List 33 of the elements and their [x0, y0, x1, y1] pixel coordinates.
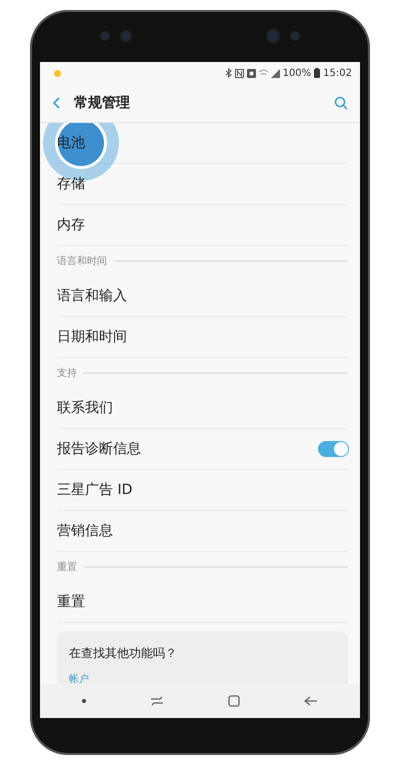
menu-item[interactable]: 三星广告 ID: [57, 481, 132, 499]
menu-item[interactable]: 联系我们: [57, 399, 113, 417]
menu-item[interactable]: 重置: [57, 593, 85, 611]
camera-icon: [268, 31, 278, 41]
section-header: 语言和时间: [57, 254, 107, 268]
home-icon[interactable]: [228, 695, 240, 707]
menu-item[interactable]: 日期和时间: [57, 328, 127, 346]
recent-apps-icon[interactable]: [150, 696, 164, 706]
page-title: 常规管理: [74, 94, 131, 112]
card-title: 在查找其他功能吗？: [69, 645, 178, 662]
sensor-icon: [122, 32, 130, 40]
signal-icon: [270, 68, 280, 78]
wifi-icon: [258, 68, 268, 78]
menu-item[interactable]: 语言和输入: [57, 287, 127, 305]
sensor-icon: [292, 33, 298, 39]
section-header: 重置: [57, 560, 77, 574]
battery-icon: [314, 68, 320, 78]
nfc-icon: [234, 68, 244, 78]
toggle-switch[interactable]: [318, 441, 348, 457]
search-icon[interactable]: [334, 96, 348, 110]
sync-icon: [246, 68, 256, 78]
clock-time: 15:02: [323, 68, 352, 78]
sensor-icon: [102, 33, 108, 39]
menu-item[interactable]: 存储: [57, 175, 85, 193]
dot-icon[interactable]: [82, 699, 86, 703]
back-icon[interactable]: [52, 97, 60, 109]
bluetooth-icon: [224, 68, 232, 78]
menu-item[interactable]: 内存: [57, 216, 85, 234]
section-header: 支持: [57, 366, 77, 380]
back-arrow-icon[interactable]: [304, 696, 318, 706]
menu-item[interactable]: 报告诊断信息: [57, 440, 141, 458]
battery-percent: 100%: [282, 68, 312, 78]
menu-item[interactable]: 营销信息: [57, 522, 113, 540]
